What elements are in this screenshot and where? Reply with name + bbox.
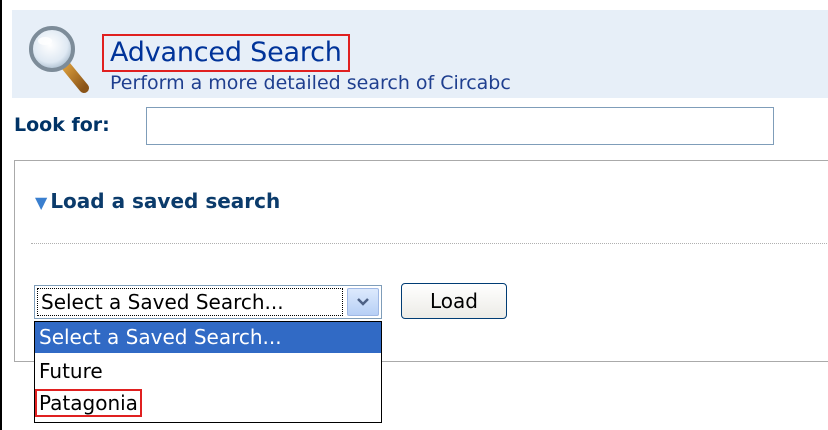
look-for-input[interactable]: [146, 107, 774, 145]
look-for-label: Look for:: [14, 114, 110, 136]
page-title-highlight: Advanced Search: [102, 34, 350, 72]
chevron-down-icon: [357, 298, 369, 306]
triangle-down-icon: ▼: [35, 193, 48, 212]
saved-search-select-value: Select a Saved Search...: [37, 288, 343, 316]
page-title: Advanced Search: [110, 37, 342, 68]
option-highlight-box: Patagonia: [35, 389, 142, 417]
dropdown-option[interactable]: Future: [35, 356, 381, 387]
dropdown-option[interactable]: Select a Saved Search...: [35, 322, 381, 353]
saved-search-select[interactable]: Select a Saved Search...: [34, 285, 382, 319]
saved-search-dropdown-list: Select a Saved Search... Future Patagoni…: [34, 321, 382, 423]
load-saved-search-toggle[interactable]: ▼ Load a saved search: [35, 189, 280, 213]
load-saved-search-label: Load a saved search: [50, 189, 281, 213]
magnifier-icon: [29, 26, 89, 93]
page-subtitle: Perform a more detailed search of Circab…: [110, 72, 511, 94]
page-header: Advanced Search Perform a more detailed …: [12, 10, 828, 98]
dropdown-option-highlighted[interactable]: Patagonia: [35, 388, 381, 419]
load-button[interactable]: Load: [401, 283, 507, 319]
dropdown-arrow-button[interactable]: [347, 288, 379, 316]
divider: [31, 243, 827, 244]
